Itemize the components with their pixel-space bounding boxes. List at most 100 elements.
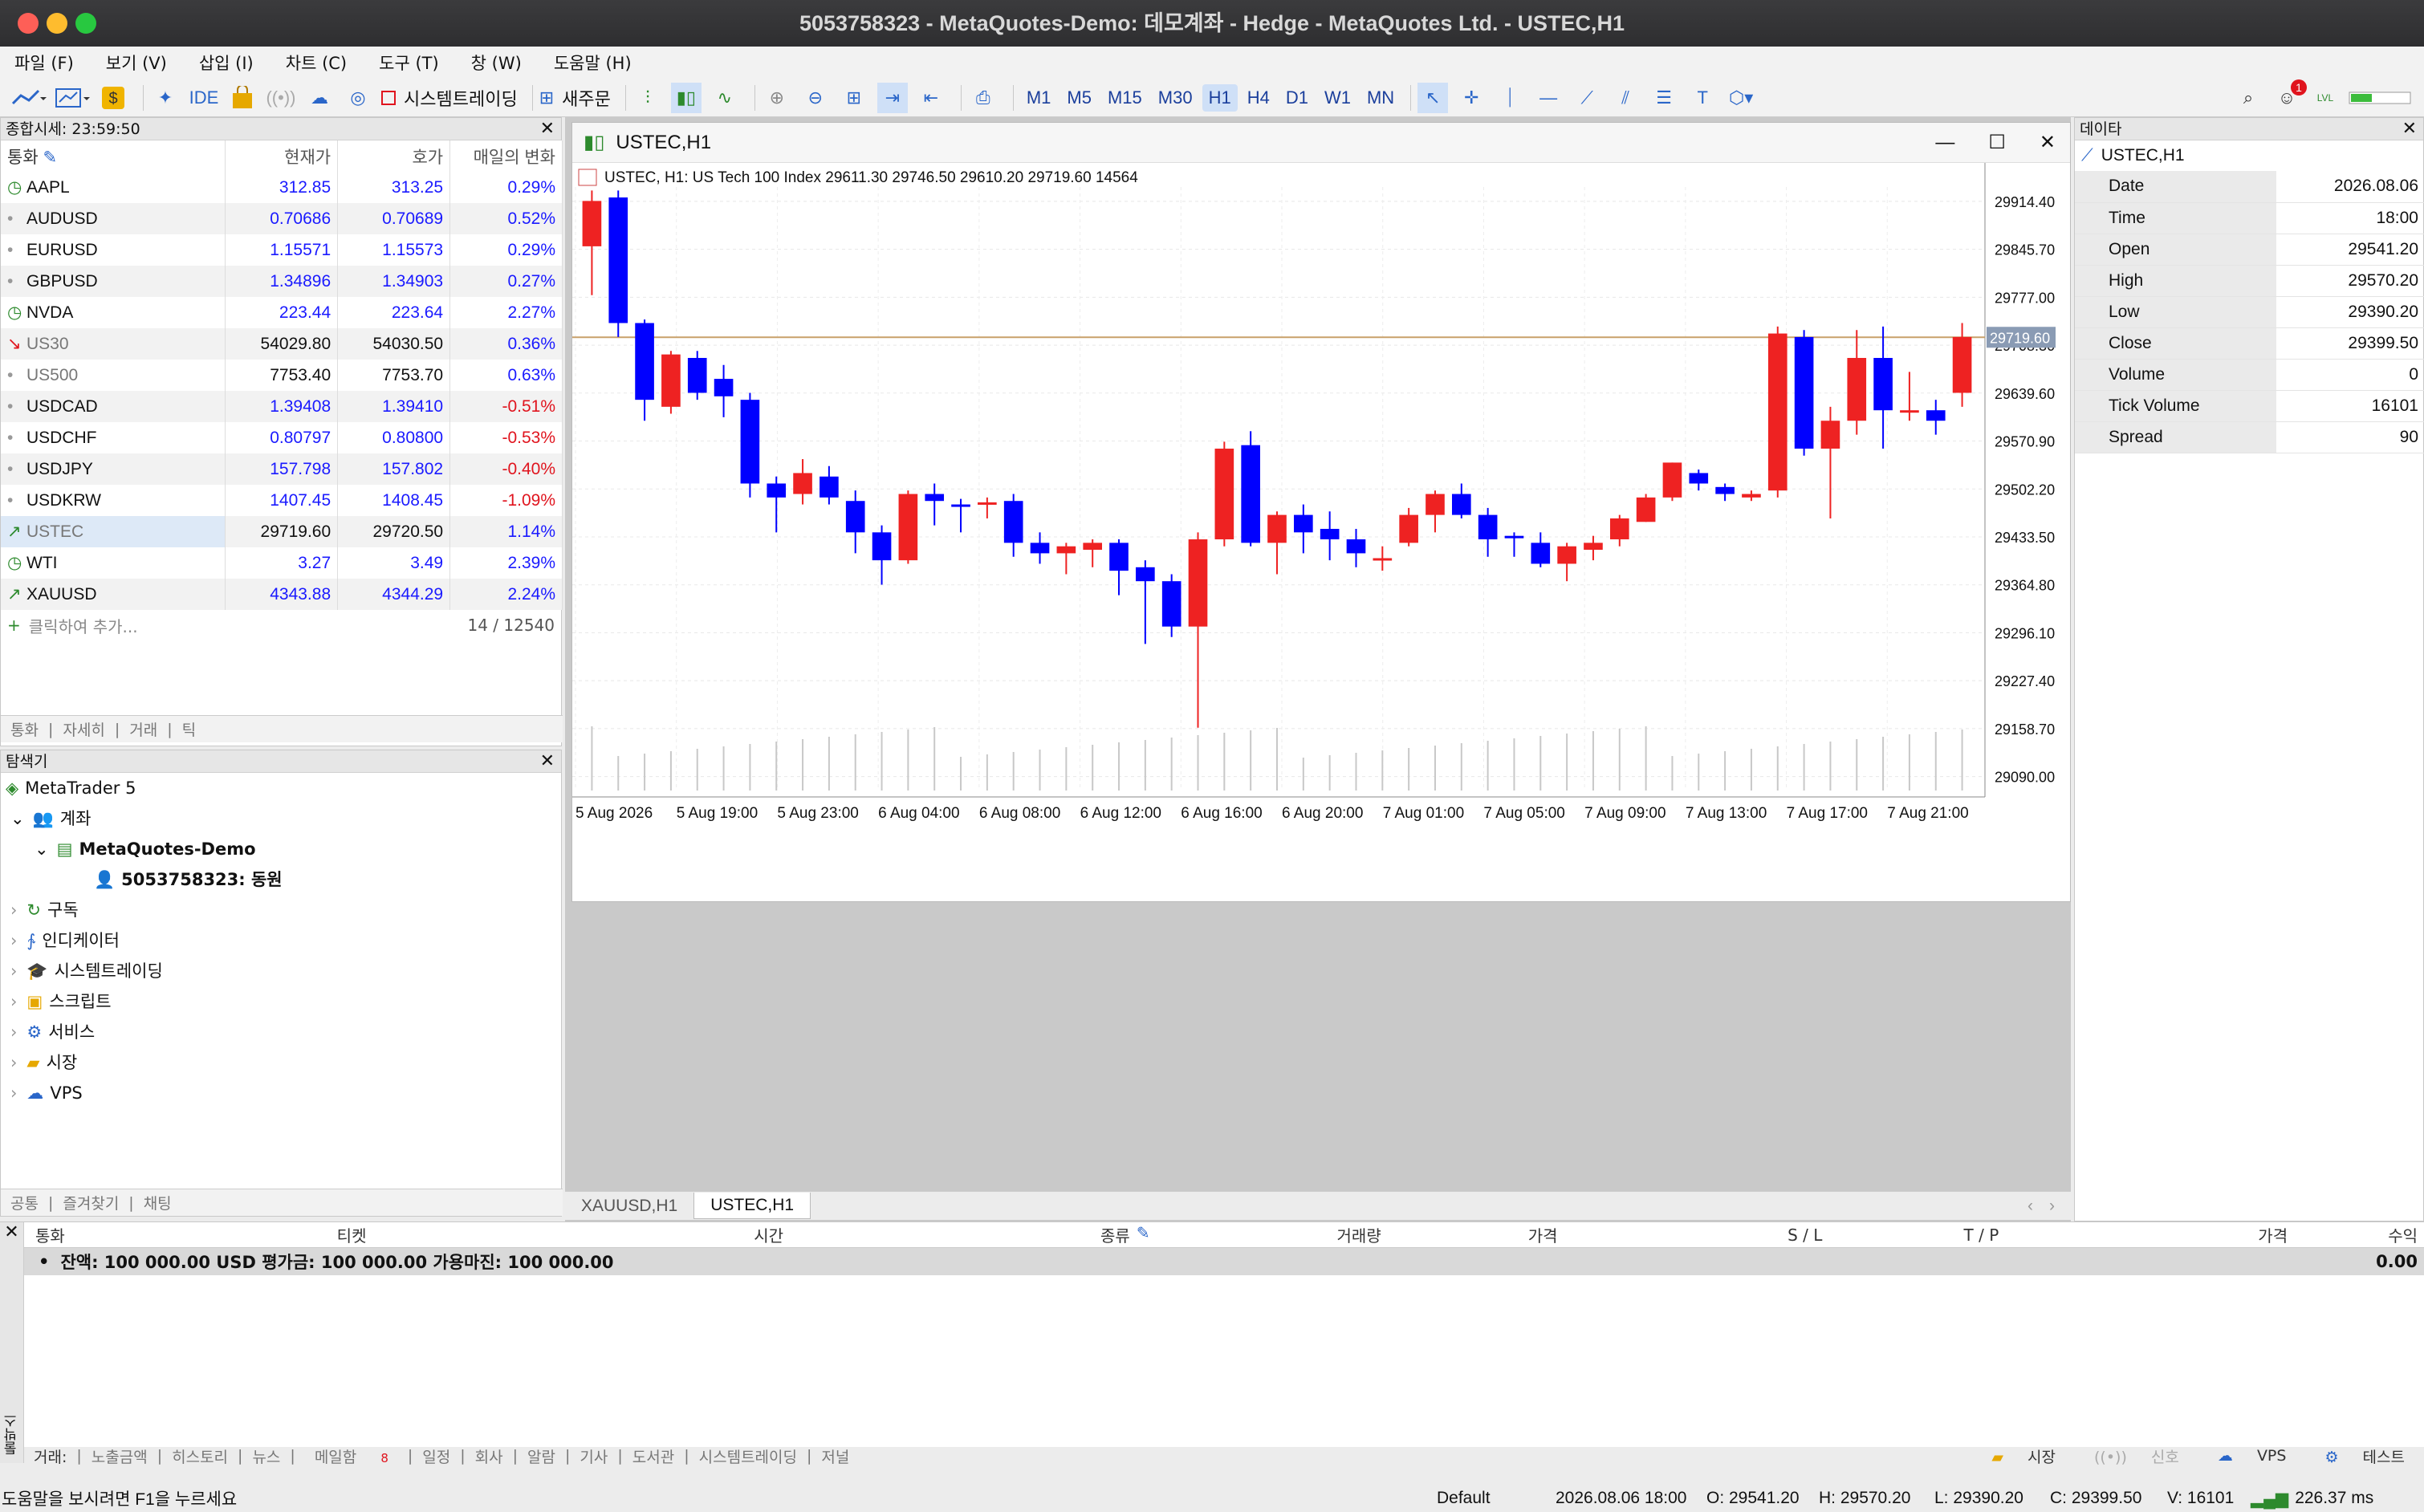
edit-icon[interactable]: ✎ [1137, 1223, 1150, 1246]
autoscroll-icon[interactable]: ⇥ [876, 82, 908, 113]
sparkle-icon[interactable]: ✦ [150, 83, 181, 113]
dollar-icon[interactable]: $ [98, 83, 128, 113]
tree-experts[interactable]: › 🎓 시스템트레이딩 [6, 956, 561, 986]
tab-trade[interactable]: 거래: [34, 1445, 67, 1467]
col-time[interactable]: 시간 [754, 1223, 940, 1246]
menu-tools[interactable]: 도구 (T) [379, 51, 439, 75]
tf-m5[interactable]: M5 [1060, 84, 1098, 112]
symbol-cell[interactable]: • USDCAD [1, 391, 226, 422]
tab-symbols[interactable]: 통화 [10, 718, 39, 740]
search-icon[interactable]: ⌕ [2233, 83, 2263, 113]
col-ticket[interactable]: 티켓 [337, 1223, 754, 1246]
screenshot-icon[interactable]: ⎙ [968, 83, 998, 113]
tree-account[interactable]: 👤 5053758323: 동원 [6, 864, 561, 895]
close-icon[interactable]: ✕ [2402, 118, 2417, 140]
globe-add-icon[interactable]: ◎ [343, 83, 373, 113]
zoom-window-button[interactable] [75, 13, 96, 34]
tree-services[interactable]: › ⚙ 서비스 [6, 1017, 561, 1047]
account-icon[interactable]: ☺ 1 [2271, 79, 2307, 113]
chart-tab-xauusd[interactable]: XAUUSD,H1 [565, 1193, 693, 1219]
shapes-menu-icon[interactable]: ⬡▾ [1726, 83, 1756, 113]
tab-favorites[interactable]: 즐겨찾기 [63, 1192, 119, 1213]
market-watch-row[interactable]: • AUDUSD 0.70686 0.70689 0.52% [1, 203, 563, 234]
zoom-out-icon[interactable]: ⊖ [800, 83, 831, 113]
trendline-icon[interactable]: ⟋ [1572, 83, 1602, 113]
tab-common[interactable]: 공통 [10, 1192, 39, 1213]
zoom-in-icon[interactable]: ⊕ [762, 83, 792, 113]
tf-w1[interactable]: W1 [1318, 84, 1357, 112]
close-icon[interactable]: ✕ [0, 1222, 23, 1242]
symbol-cell[interactable]: • AUDUSD [1, 203, 226, 234]
minimize-icon[interactable]: — [1935, 132, 1954, 154]
connection-bars-icon[interactable]: ▂▄▆ [2251, 1489, 2288, 1509]
symbol-cell[interactable]: • US500 [1, 360, 226, 391]
status-profile[interactable]: Default [1437, 1489, 1556, 1508]
col-ask[interactable]: 호가 [337, 140, 451, 172]
tf-h1[interactable]: H1 [1202, 83, 1238, 112]
tab-alerts[interactable]: 알람 [527, 1445, 555, 1467]
col-symbol[interactable]: 통화 ✎ [1, 140, 226, 172]
tab-articles[interactable]: 기사 [580, 1445, 608, 1467]
col-sl[interactable]: S / L [1654, 1225, 1895, 1245]
market-shortcut[interactable]: ▰ 시장 [1982, 1445, 2065, 1467]
col-change[interactable]: 매일의 변화 [449, 140, 563, 172]
tab-exposure[interactable]: 노출금액 [92, 1445, 148, 1467]
col-bid[interactable]: 현재가 [225, 140, 339, 172]
symbol-cell[interactable]: • EURUSD [1, 234, 226, 266]
tab-company[interactable]: 회사 [475, 1445, 503, 1467]
tab-mailbox[interactable]: 메일함 8 [305, 1445, 398, 1467]
tab-history[interactable]: 히스토리 [172, 1445, 228, 1467]
tab-experts[interactable]: 시스템트레이딩 [699, 1445, 797, 1467]
tab-ticks[interactable]: 틱 [182, 718, 196, 740]
tab-journal[interactable]: 저널 [821, 1445, 849, 1467]
market-watch-row[interactable]: • GBPUSD 1.34896 1.34903 0.27% [1, 266, 563, 297]
line-icon[interactable]: ∿ [710, 83, 740, 113]
symbol-cell[interactable]: ↘ US30 [1, 328, 226, 360]
market-watch-row[interactable]: • EURUSD 1.15571 1.15573 0.29% [1, 234, 563, 266]
market-watch-row[interactable]: • US500 7753.40 7753.70 0.63% [1, 360, 563, 391]
menu-file[interactable]: 파일 (F) [14, 51, 74, 75]
minimize-window-button[interactable] [47, 13, 67, 34]
close-window-button[interactable] [18, 13, 39, 34]
chart-template-icon[interactable] [55, 83, 90, 113]
menu-chart[interactable]: 차트 (C) [286, 51, 347, 75]
symbol-cell[interactable]: • USDCHF [1, 422, 226, 453]
close-icon[interactable]: ✕ [540, 750, 555, 773]
market-watch-row[interactable]: ◷ AAPL 312.85 313.25 0.29% [1, 172, 563, 203]
menu-insert[interactable]: 삽입 (I) [199, 51, 254, 75]
tf-mn[interactable]: MN [1360, 84, 1401, 112]
cloud-icon[interactable]: ☁ [304, 83, 335, 113]
market-watch-row[interactable]: ◷ NVDA 223.44 223.64 2.27% [1, 297, 563, 328]
crosshair-icon[interactable]: ✛ [1456, 83, 1487, 113]
chart-tab-ustec[interactable]: USTEC,H1 [693, 1193, 811, 1219]
tree-server[interactable]: ⌄ ▤ MetaQuotes-Demo [6, 834, 561, 864]
col-price2[interactable]: 가격 [2135, 1223, 2312, 1246]
vertical-line-icon[interactable]: ⏐ [1495, 83, 1525, 113]
tab-news[interactable]: 뉴스 [252, 1445, 280, 1467]
tree-subscriptions[interactable]: › ↻ 구독 [6, 895, 561, 925]
balance-row[interactable]: • 잔액: 100 000.00 USD 평가금: 100 000.00 가용마… [24, 1248, 2424, 1275]
grid-icon[interactable]: ⊞ [839, 83, 869, 113]
fibonacci-icon[interactable]: ☰ [1649, 83, 1679, 113]
market-watch-row[interactable]: • USDJPY 157.798 157.802 -0.40% [1, 453, 563, 485]
menu-window[interactable]: 창 (W) [471, 51, 522, 75]
market-watch-row[interactable]: ↗ USTEC 29719.60 29720.50 1.14% [1, 516, 563, 547]
tree-indicators[interactable]: › ∱ 인디케이터 [6, 925, 561, 956]
symbol-cell[interactable]: • USDKRW [1, 485, 226, 516]
new-order-button[interactable]: ⊞ 새주문 [539, 83, 611, 113]
vps-shortcut[interactable]: ☁ VPS [2208, 1447, 2296, 1465]
tester-shortcut[interactable]: ⚙ 테스트 [2315, 1445, 2414, 1467]
symbol-cell[interactable]: ↗ USTEC [1, 516, 226, 547]
tree-vps[interactable]: › ☁ VPS [6, 1078, 561, 1108]
signal-icon[interactable]: ((•)) [266, 83, 296, 113]
market-watch-row[interactable]: ↗ XAUUSD 4343.88 4344.29 2.24% [1, 579, 563, 610]
maximize-icon[interactable]: ☐ [1988, 131, 2006, 154]
channel-icon[interactable]: ⫽ [1610, 83, 1641, 113]
signals-shortcut[interactable]: ((•)) 신호 [2084, 1445, 2189, 1467]
price-chart[interactable]: 29914.4029845.7029777.0029708.3029639.60… [572, 163, 2070, 901]
tab-trading[interactable]: 거래 [129, 718, 157, 740]
horizontal-line-icon[interactable]: ― [1533, 83, 1564, 113]
col-symbol[interactable]: 통화 [24, 1223, 337, 1246]
tab-details[interactable]: 자세히 [63, 718, 104, 740]
close-icon[interactable]: ✕ [540, 118, 555, 140]
